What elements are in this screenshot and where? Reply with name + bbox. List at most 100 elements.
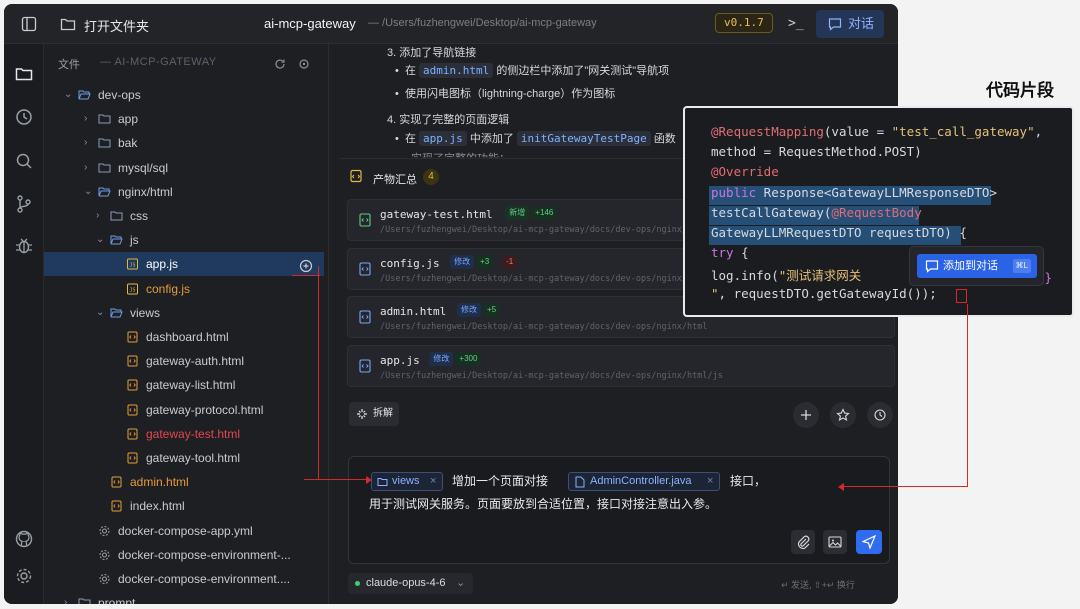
folder-icon	[110, 211, 123, 221]
tree-item[interactable]: dashboard.html	[44, 325, 324, 349]
chevron-right-icon[interactable]: ›	[84, 156, 87, 180]
add-to-chat-button[interactable]: 添加到对话 ⌘L	[917, 254, 1037, 278]
status-dot	[355, 581, 360, 586]
tree-item[interactable]: ⌄ nginx/html	[44, 180, 324, 204]
gear-icon	[99, 549, 110, 560]
split-button[interactable]: 拆解	[349, 402, 399, 426]
open-folder-button[interactable]: 打开文件夹	[84, 16, 149, 35]
github-icon[interactable]	[14, 529, 34, 549]
git-branch-icon[interactable]	[14, 194, 34, 214]
chevron-right-icon[interactable]: ›	[84, 107, 87, 131]
tree-item[interactable]: index.html	[44, 494, 324, 518]
tree-item[interactable]: gateway-test.html	[44, 422, 324, 446]
tree-item[interactable]: JS config.js	[44, 277, 324, 301]
html-file-icon	[111, 476, 122, 488]
tree-item-label: admin.html	[130, 475, 189, 490]
tree-item[interactable]: ⌄ views	[44, 301, 324, 325]
tree-item-label: gateway-test.html	[146, 426, 241, 441]
chevron-down-icon[interactable]: ⌄	[84, 180, 92, 204]
chat-label: 对话	[848, 16, 875, 31]
js-file-icon: JS	[127, 258, 138, 270]
artifact-card[interactable]: app.js/Users/fuzhengwei/Desktop/ai-mcp-g…	[347, 344, 895, 387]
chip-label: views	[392, 475, 420, 487]
tree-item[interactable]: › prompt	[44, 591, 324, 604]
project-path: — /Users/fuzhengwei/Desktop/ai-mcp-gatew…	[368, 17, 597, 29]
chip-close-icon[interactable]: ×	[430, 473, 436, 490]
locate-icon[interactable]	[298, 58, 310, 70]
code-file-icon	[359, 310, 371, 324]
tree-item[interactable]: gateway-auth.html	[44, 349, 324, 373]
folder-icon	[377, 478, 388, 486]
star-icon	[836, 408, 850, 421]
tree-item[interactable]: admin.html	[44, 470, 324, 494]
annotation-box	[956, 289, 967, 303]
send-button[interactable]	[856, 530, 882, 554]
tree-item[interactable]: JS app.js	[44, 252, 324, 277]
chip-close-icon[interactable]: ×	[707, 473, 713, 490]
chat-button[interactable]: 对话	[816, 10, 884, 38]
settings-gear-icon[interactable]	[14, 566, 34, 586]
add-to-chat-icon[interactable]	[299, 259, 313, 273]
tree-item[interactable]: › mysql/sql	[44, 156, 324, 180]
chevron-right-icon[interactable]: ›	[64, 591, 67, 604]
chevron-down-icon[interactable]: ⌄	[96, 228, 104, 252]
artifact-count: 4	[423, 169, 439, 185]
additions-badge: +3	[476, 254, 494, 269]
context-chip-views[interactable]: views ×	[371, 472, 443, 491]
folder-open-icon	[110, 235, 123, 245]
code-line: public Response<GatewayLLMResponseDTO>	[711, 184, 997, 200]
code-file-icon	[359, 261, 371, 276]
tree-item-label: dashboard.html	[146, 330, 229, 344]
sidebar-toggle-icon[interactable]	[21, 16, 37, 32]
explorer-header: 文件	[58, 59, 80, 71]
version-badge: v0.1.7	[715, 13, 773, 33]
search-icon[interactable]	[14, 151, 34, 171]
tree-item[interactable]: › bak	[44, 131, 324, 155]
chat-input[interactable]: views × 增加一个页面对接 AdminController.java × …	[348, 456, 890, 564]
tree-item[interactable]: gateway-protocol.html	[44, 398, 324, 422]
folder-icon	[98, 163, 111, 173]
chevron-down-icon[interactable]: ⌄	[96, 301, 104, 325]
tree-item[interactable]: › app	[44, 107, 324, 131]
bug-icon[interactable]	[14, 236, 34, 256]
code-line: log.info("测试请求网关	[711, 268, 862, 284]
tree-item[interactable]: ⌄ dev-ops	[44, 83, 324, 107]
chevron-right-icon[interactable]: ›	[84, 131, 87, 155]
tree-item[interactable]: gateway-tool.html	[44, 446, 324, 470]
code-line: ", requestDTO.getGatewayId());	[711, 285, 937, 301]
history-icon	[874, 409, 886, 421]
tree-item[interactable]: docker-compose-environment-...	[44, 543, 324, 567]
add-button[interactable]	[793, 402, 819, 428]
history-icon[interactable]	[14, 107, 34, 127]
gear-icon	[99, 574, 110, 584]
files-icon[interactable]	[14, 64, 34, 84]
message-bullet: • 在 admin.html 的侧边栏中添加了"网关测试"导航项	[395, 63, 670, 78]
refresh-icon[interactable]	[274, 58, 286, 70]
attach-button[interactable]	[791, 530, 815, 554]
tree-item[interactable]: docker-compose-environment....	[44, 567, 324, 591]
terminal-button[interactable]: >_	[788, 16, 804, 31]
chevron-right-icon[interactable]: ›	[96, 204, 99, 228]
deletions-badge: -1	[502, 254, 518, 269]
tree-item[interactable]: › css	[44, 204, 324, 228]
add-to-chat-label: 添加到对话	[943, 260, 998, 272]
tree-item-label: js	[130, 233, 139, 248]
context-chip-controller[interactable]: AdminController.java ×	[568, 472, 720, 491]
folder-open-icon[interactable]	[60, 16, 76, 32]
send-icon	[862, 535, 876, 549]
image-button[interactable]	[823, 530, 847, 554]
model-selector[interactable]: claude-opus-4-6 ⌄	[348, 573, 473, 594]
code-line: try {	[711, 245, 749, 261]
status-badge: 新增	[505, 206, 530, 220]
favorite-button[interactable]	[830, 402, 856, 428]
chevron-down-icon[interactable]: ⌄	[64, 83, 72, 107]
tree-item[interactable]: ⌄ js	[44, 228, 324, 252]
history-button[interactable]	[867, 402, 893, 428]
artifact-icon	[350, 169, 362, 183]
tree-item[interactable]: gateway-list.html	[44, 373, 324, 397]
tree-item[interactable]: docker-compose-app.yml	[44, 519, 324, 543]
artifact-name: app.js	[380, 353, 420, 367]
html-file-icon	[127, 355, 138, 367]
shortcut-badge: ⌘L	[1012, 259, 1031, 273]
html-file-icon	[127, 379, 138, 391]
